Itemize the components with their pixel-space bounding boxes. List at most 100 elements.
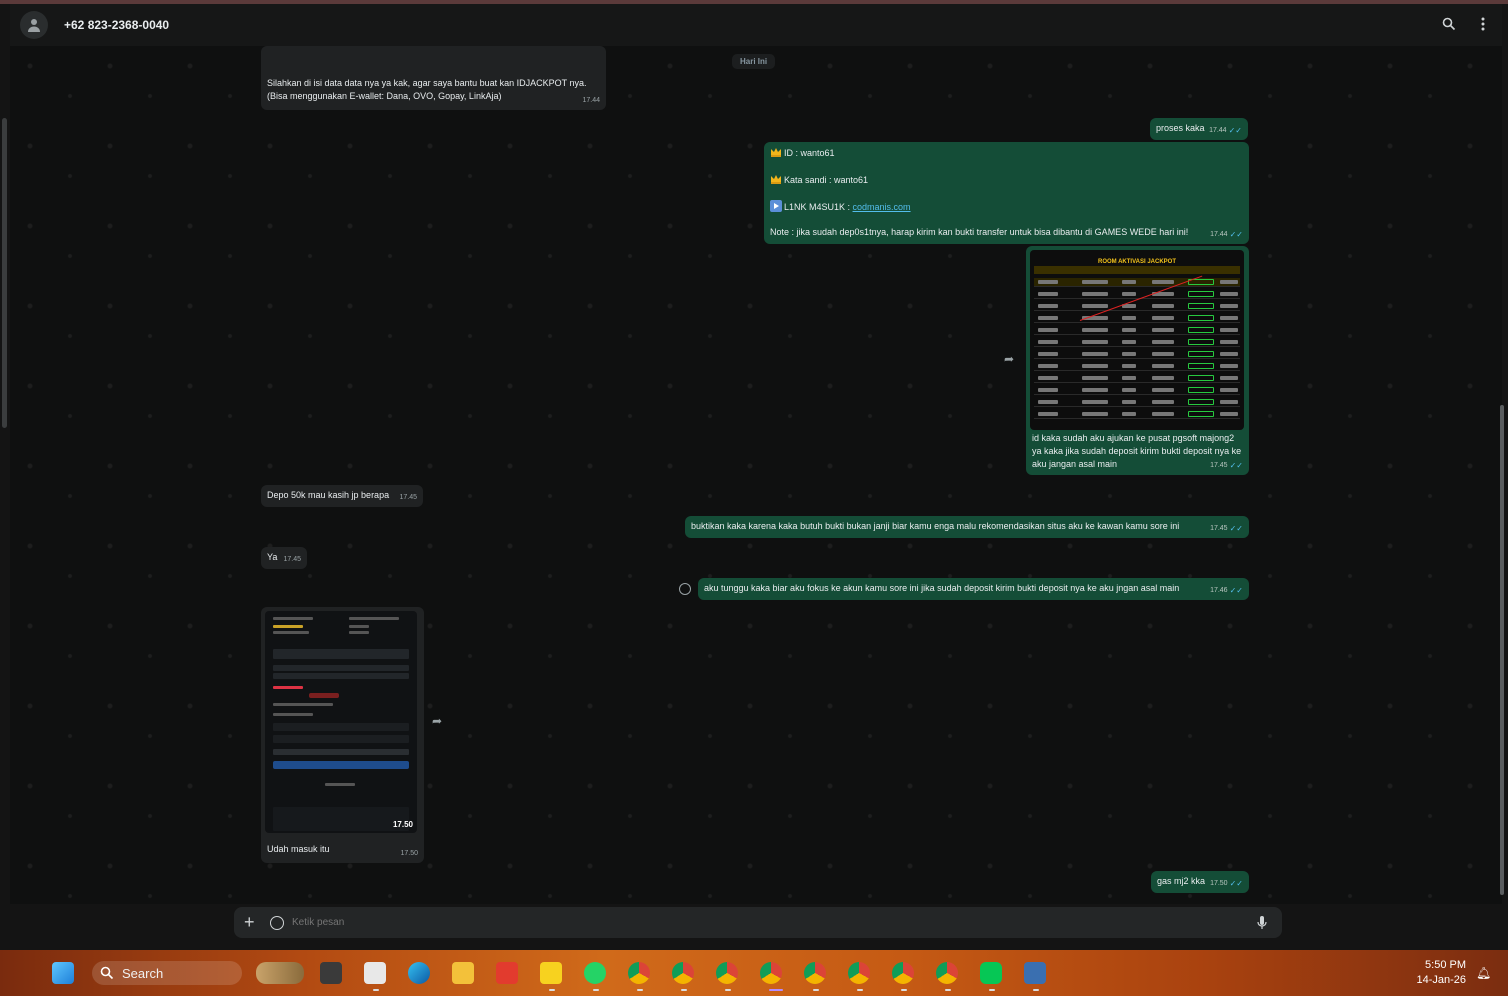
message-outgoing-image[interactable]: ROOM AKTIVASI JACKPOT id kaka sudah aku … bbox=[1026, 246, 1249, 475]
message-outgoing[interactable]: proses kaka 17.44 ✓✓ bbox=[1150, 118, 1248, 140]
running-indicator bbox=[901, 989, 907, 991]
left-scrollbar[interactable] bbox=[2, 118, 7, 428]
chrome-profile-icon[interactable] bbox=[672, 962, 694, 984]
message-text: Silahkan di isi data data nya ya kak, ag… bbox=[267, 78, 587, 101]
running-indicator bbox=[1033, 989, 1039, 991]
message-line: Kata sandi : wanto61 bbox=[770, 173, 868, 187]
message-time: 17.44 ✓✓ bbox=[1210, 230, 1243, 239]
whatsapp-icon[interactable] bbox=[584, 962, 606, 984]
running-indicator bbox=[373, 989, 379, 991]
message-incoming[interactable]: Depo 50k mau kasih jp berapa 17.45 bbox=[261, 485, 423, 507]
file-explorer-icon[interactable] bbox=[452, 962, 474, 984]
image-time: 17.50 bbox=[392, 820, 413, 829]
taskbar-search[interactable]: Search bbox=[92, 961, 242, 985]
running-indicator bbox=[681, 989, 687, 991]
running-indicator bbox=[945, 989, 951, 991]
app-window-icon[interactable] bbox=[1024, 962, 1046, 984]
notification-bell-icon[interactable]: 🔔︎ bbox=[1476, 966, 1491, 980]
chrome-profile-icon[interactable] bbox=[760, 962, 782, 984]
jackpot-table-image[interactable]: ROOM AKTIVASI JACKPOT bbox=[1030, 250, 1244, 430]
running-indicator bbox=[989, 989, 995, 991]
image-table-row bbox=[1034, 386, 1240, 395]
message-time: 17.44 ✓✓ bbox=[1209, 126, 1242, 135]
running-indicator bbox=[637, 989, 643, 991]
running-indicator bbox=[549, 989, 555, 991]
conversation-panel bbox=[10, 46, 1502, 904]
person-icon bbox=[28, 19, 40, 32]
message-text: Ya bbox=[267, 552, 278, 562]
message-outgoing[interactable]: ID : wanto61 Kata sandi : wanto61 L1NK M… bbox=[764, 142, 1249, 244]
image-table-row bbox=[1034, 338, 1240, 347]
crown-icon bbox=[771, 175, 781, 184]
chat-scrollbar[interactable] bbox=[1500, 405, 1504, 895]
chrome-profile-icon[interactable] bbox=[628, 962, 650, 984]
attach-plus-icon[interactable]: + bbox=[244, 912, 260, 933]
chrome-profile-icon[interactable] bbox=[848, 962, 870, 984]
image-table-row bbox=[1034, 314, 1240, 323]
crown-icon bbox=[771, 148, 781, 157]
image-table-row bbox=[1034, 362, 1240, 371]
edge-icon[interactable] bbox=[408, 962, 430, 984]
message-incoming[interactable]: Silahkan di isi data data nya ya kak, ag… bbox=[261, 46, 606, 110]
chrome-profile-icon[interactable] bbox=[936, 962, 958, 984]
forward-icon[interactable]: ➦ bbox=[432, 714, 442, 728]
chat-wallpaper bbox=[10, 46, 1502, 904]
message-line: L1NK M4SU1K : codmanis.com bbox=[770, 200, 911, 214]
message-input[interactable] bbox=[292, 917, 1254, 928]
running-indicator bbox=[769, 989, 783, 991]
read-receipt-icon: ✓✓ bbox=[1229, 586, 1243, 595]
emoji-icon[interactable] bbox=[270, 915, 284, 930]
message-time: 17.50 bbox=[400, 850, 418, 857]
wps-office-icon[interactable] bbox=[496, 962, 518, 984]
message-time: 17.50 ✓✓ bbox=[1210, 879, 1243, 888]
image-table-row bbox=[1034, 374, 1240, 383]
message-incoming-image[interactable]: 17.50 Udah masuk itu 17.50 bbox=[261, 607, 424, 863]
search-icon[interactable] bbox=[1440, 14, 1458, 34]
task-view-icon[interactable] bbox=[320, 962, 342, 984]
reaction-emoji-icon[interactable] bbox=[679, 583, 691, 595]
message-time: 17.46 ✓✓ bbox=[1210, 586, 1243, 595]
login-link[interactable]: codmanis.com bbox=[853, 202, 911, 212]
running-indicator bbox=[813, 989, 819, 991]
chrome-profile-icon[interactable] bbox=[892, 962, 914, 984]
message-outgoing[interactable]: gas mj2 kka 17.50 ✓✓ bbox=[1151, 871, 1249, 893]
image-table-row bbox=[1034, 410, 1240, 419]
message-line: Note : jika sudah dep0s1tnya, harap kiri… bbox=[770, 227, 1189, 237]
microphone-icon[interactable] bbox=[1254, 914, 1270, 932]
widgets-icon[interactable] bbox=[256, 962, 304, 984]
message-line: ID : wanto61 bbox=[770, 146, 835, 160]
running-indicator bbox=[857, 989, 863, 991]
message-text: buktikan kaka karena kaka butuh bukti bu… bbox=[691, 521, 1180, 531]
message-incoming[interactable]: Ya 17.45 bbox=[261, 547, 307, 569]
chrome-profile-icon[interactable] bbox=[804, 962, 826, 984]
read-receipt-icon: ✓✓ bbox=[1229, 461, 1243, 470]
menu-icon[interactable] bbox=[1474, 14, 1492, 34]
message-outgoing[interactable]: aku tunggu kaka biar aku fokus ke akun k… bbox=[698, 578, 1249, 600]
image-table-row bbox=[1034, 302, 1240, 311]
read-receipt-icon: ✓✓ bbox=[1229, 524, 1243, 533]
notepad-icon[interactable] bbox=[364, 962, 386, 984]
deposit-screenshot-image[interactable]: 17.50 bbox=[265, 611, 417, 833]
message-time: 17.44 bbox=[582, 97, 600, 104]
message-composer: + bbox=[234, 907, 1282, 938]
system-clock[interactable]: 5:50 PM 14-Jan-26 bbox=[1406, 958, 1466, 988]
message-text: gas mj2 kka bbox=[1157, 876, 1206, 886]
message-text: Depo 50k mau kasih jp berapa bbox=[267, 490, 390, 500]
contact-avatar[interactable] bbox=[20, 11, 48, 39]
running-indicator bbox=[725, 989, 731, 991]
clock-time: 5:50 PM bbox=[1425, 959, 1466, 971]
contact-name[interactable]: +62 823-2368-0040 bbox=[64, 18, 169, 32]
forward-icon[interactable]: ➦ bbox=[1004, 352, 1014, 366]
date-separator: Hari Ini bbox=[732, 54, 776, 69]
windows-start-icon[interactable] bbox=[52, 962, 74, 984]
message-text: proses kaka bbox=[1156, 123, 1205, 133]
line-app-icon[interactable] bbox=[980, 962, 1002, 984]
message-outgoing[interactable]: buktikan kaka karena kaka butuh bukti bu… bbox=[685, 516, 1249, 538]
sticky-notes-icon[interactable] bbox=[540, 962, 562, 984]
image-table-header bbox=[1034, 266, 1240, 274]
chrome-profile-icon[interactable] bbox=[716, 962, 738, 984]
message-caption: Udah masuk itu bbox=[267, 844, 330, 854]
whatsapp-web-window: +62 823-2368-0040 Hari Ini Silahkan di i… bbox=[0, 0, 1508, 996]
play-button-icon bbox=[770, 200, 782, 212]
search-label: Search bbox=[122, 965, 164, 981]
